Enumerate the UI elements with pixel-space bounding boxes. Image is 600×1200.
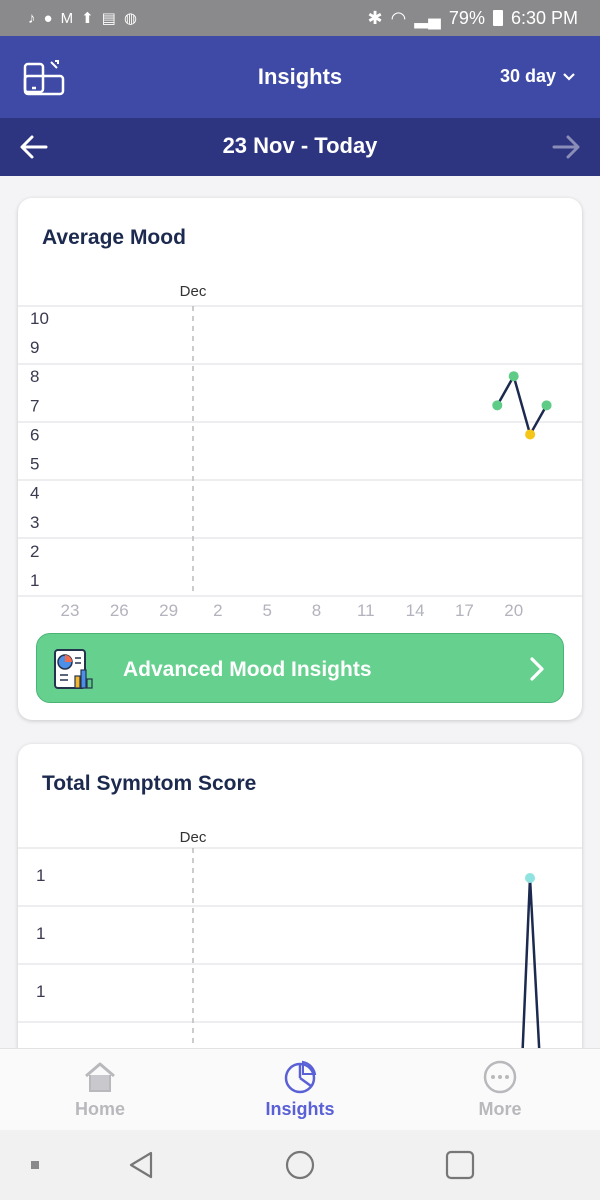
overview-icon[interactable] [445,1150,475,1180]
total-symptom-score-card: Total Symptom Score Dec 1 1 1 [18,744,582,1064]
y-tick-label: 10 [30,309,49,328]
home-button-icon[interactable] [285,1150,315,1180]
y-tick-label: 2 [30,542,39,561]
app-bar: Insights 30 day [0,36,600,118]
upload-icon: ⬆ [81,10,94,27]
nav-home[interactable]: Home [0,1049,200,1130]
nav-home-label: Home [74,1099,125,1119]
card-title: Average Mood [42,226,186,249]
y-tick-label: 3 [30,513,39,532]
tiktok-icon: ♪ [28,9,36,27]
bottom-navigation: Home Insights More [0,1048,600,1130]
average-mood-card: Average Mood Dec 1 2 3 4 5 6 7 8 9 10 23 26 29 2 5 8 11 14… [18,198,582,720]
month-marker-label: Dec [180,283,207,300]
x-tick-label: 14 [406,601,425,616]
y-tick-label: 1 [36,982,45,1001]
x-tick-label: 2 [213,601,222,616]
y-tick-label: 1 [36,866,45,885]
mcdonalds-icon: M [60,9,74,27]
symptom-point [525,873,535,883]
x-tick-label: 11 [357,601,375,616]
y-tick-label: 6 [30,425,39,444]
home-icon [85,1062,115,1092]
advanced-mood-insights-button[interactable]: Advanced Mood Insights [36,633,564,703]
x-tick-label: 26 [110,601,129,616]
x-tick-label: 5 [262,601,271,616]
month-marker-label: Dec [180,829,207,846]
mood-point [492,400,503,411]
average-mood-chart: Dec1234567891023 26 29 2 5 8 11 14 17 20 [18,283,582,616]
chevron-down-icon [563,72,575,81]
signal-icon: ▂▄ [414,7,441,28]
nav-insights[interactable]: Insights [200,1049,400,1130]
more-icon [483,1060,517,1094]
x-tick-label: 8 [312,601,321,616]
nav-more-label: More [478,1099,522,1119]
recents-dot-icon[interactable] [30,1160,40,1170]
x-tick-label: 17 [455,601,474,616]
nav-more[interactable]: More [400,1049,600,1130]
pie-chart-icon [284,1060,317,1094]
wifi-icon: ◠ [390,7,407,28]
date-navigator: 23 Nov - Today [0,118,600,176]
x-tick-label: 29 [159,601,178,616]
y-tick-label: 5 [30,455,39,474]
next-period-arrow-icon[interactable] [550,132,582,162]
y-tick-label: 7 [30,396,39,415]
y-tick-label: 1 [36,924,45,943]
clock: 6:30 PM [510,7,578,28]
back-icon[interactable] [126,1150,156,1180]
mood-point [508,371,519,382]
x-tick-label: 23 [61,601,80,616]
app-icon: ● [43,9,53,27]
status-bar: ♪ ● M ⬆ ▤ ◍ ✱ ◠ ▂▄ 79% 6:30 PM [0,0,600,36]
mood-line [496,372,548,438]
system-status: ✱ ◠ ▂▄ 79% 6:30 PM [368,8,579,29]
card-title: Total Symptom Score [42,772,257,795]
mood-point [541,400,552,411]
y-tick-label: 8 [30,367,39,386]
nav-insights-label: Insights [265,1099,335,1119]
total-symptom-score-chart: Dec 1 1 1 [18,829,582,1064]
battery-icon [492,10,503,26]
y-tick-label: 9 [30,338,39,357]
system-navigation-bar [0,1130,600,1200]
range-label: 30 day [499,66,556,86]
battery-percent: 79% [448,7,485,28]
y-tick-label: 1 [30,571,39,590]
notification-icons: ♪ ● M ⬆ ▤ ◍ [28,9,137,28]
cta-label: Advanced Mood Insights [123,658,372,681]
y-tick-label: 4 [30,484,39,503]
bluetooth-icon: ✱ [367,7,383,28]
accessibility-icon: ◍ [123,10,137,27]
mood-point [525,429,536,440]
range-dropdown[interactable]: 30 day [500,66,576,87]
news-icon: ▤ [101,10,116,27]
report-chart-icon [54,649,93,689]
chevron-right-icon [530,657,544,681]
date-range-label: 23 Nov - Today [222,133,378,158]
x-tick-label: 20 [504,601,523,616]
